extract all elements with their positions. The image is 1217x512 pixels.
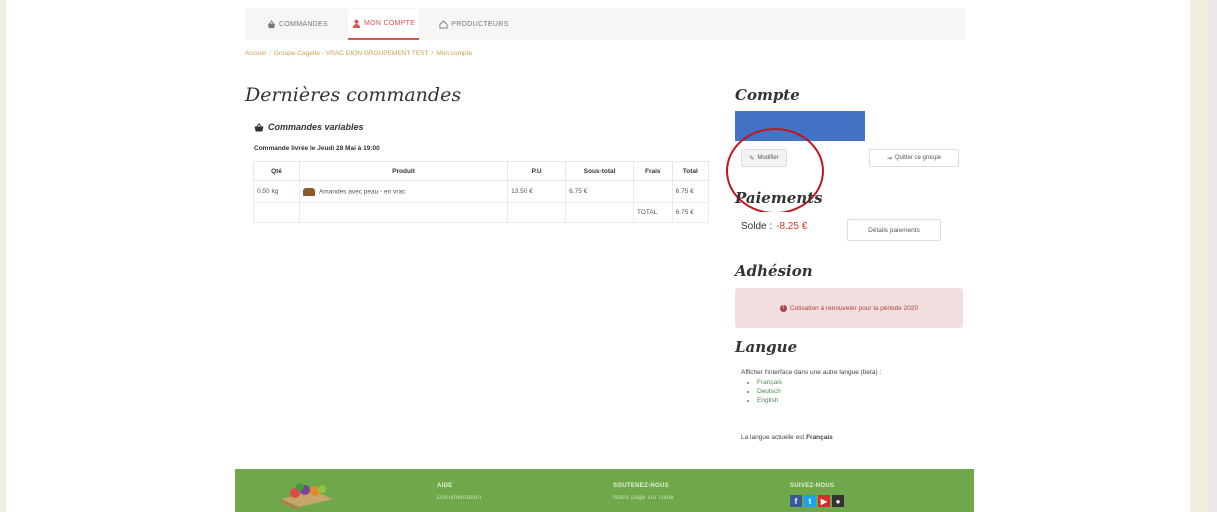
footer-follow-column: SUIVEZ-NOUS: [790, 483, 834, 489]
cagette-logo-icon: [281, 483, 333, 509]
orders-card-title: Commandes variables: [254, 122, 364, 132]
twitter-icon[interactable]: t: [804, 495, 816, 507]
language-heading: Langue: [735, 338, 798, 356]
cell-subtotal: 6.75 €: [565, 180, 634, 203]
language-option-deutsch[interactable]: Deutsch: [757, 387, 782, 396]
column-header: Sous-total: [565, 161, 634, 181]
current-language-prefix: La langue actuelle est: [741, 434, 805, 441]
account-heading: Compte: [735, 86, 800, 104]
leave-group-label: Quitter ce groupe: [894, 155, 942, 161]
farm-icon: [439, 19, 448, 29]
column-header: Qté: [253, 161, 300, 181]
tab-producteurs[interactable]: PRODUCTEURS: [435, 10, 512, 39]
footer-help-column: AIDE Documentation: [437, 483, 481, 501]
product-name: Amandes avec peau - en vrac: [318, 188, 406, 196]
column-header: Produit: [298, 161, 509, 181]
membership-alert-text: Cotisation à renouveler pour la période …: [789, 304, 919, 312]
leave-icon: ⇥: [886, 155, 892, 162]
orders-card: Commandes variables Commande livrée le J…: [245, 113, 718, 253]
footer-follow-heading: SUIVEZ-NOUS: [790, 483, 835, 489]
youtube-icon[interactable]: ▶: [818, 495, 830, 507]
breadcrumb-current: Mon compte: [436, 50, 473, 57]
language-intro: Afficher l'interface dans une autre lang…: [741, 369, 882, 376]
leave-group-button[interactable]: ⇥ Quitter ce groupe: [869, 149, 959, 167]
balance-label: Solde :: [741, 221, 773, 232]
left-margin: [0, 0, 6, 512]
breadcrumb-separator: /: [268, 50, 271, 57]
breadcrumb-separator: /: [431, 50, 434, 57]
footer-documentation-link[interactable]: Documentation: [437, 495, 481, 501]
cell-product[interactable]: Amandes avec peau - en vrac: [298, 180, 509, 203]
tab-mon-compte[interactable]: MON COMPTE: [347, 8, 420, 40]
tab-commandes[interactable]: COMMANDES: [263, 10, 332, 39]
warning-icon: !: [779, 304, 787, 312]
footer-ulule-link[interactable]: Notre page sur Ulule: [613, 495, 674, 501]
column-header: Total: [671, 161, 710, 181]
payment-details-label: Détails paiements: [868, 226, 920, 234]
total-label: TOTAL: [632, 202, 673, 223]
current-language: La langue actuelle est Français: [741, 434, 833, 441]
basket-icon: [254, 122, 264, 131]
page-background: [0, 0, 1217, 512]
current-language-value: Français: [806, 434, 833, 441]
social-links: f t ▶ ●: [790, 495, 844, 507]
table-header-row: Qté Produit P.U Sous-total Frais Total: [253, 161, 710, 181]
facebook-icon[interactable]: f: [790, 495, 802, 507]
cell-qty: 0.50 kg: [253, 180, 300, 203]
column-header: Frais: [632, 161, 673, 181]
breadcrumb-home[interactable]: Accueil: [245, 50, 266, 57]
user-icon: [352, 19, 361, 28]
footer-support-heading: SOUTENEZ-NOUS: [613, 483, 669, 489]
github-icon[interactable]: ●: [832, 495, 844, 507]
tab-producteurs-label: PRODUCTEURS: [451, 20, 509, 28]
orders-table: Qté Produit P.U Sous-total Frais Total 0…: [253, 161, 710, 223]
right-margin: [1190, 0, 1208, 512]
orders-heading: Dernières commandes: [245, 84, 462, 106]
product-thumbnail-icon: [302, 187, 315, 196]
footer-support-column: SOUTENEZ-NOUS Notre page sur Ulule: [613, 483, 674, 501]
cell-fees: [632, 180, 673, 203]
tab-commandes-label: COMMANDES: [279, 20, 328, 28]
orders-card-title-text: Commandes variables: [268, 122, 364, 132]
cell-total: 6.75 €: [671, 180, 710, 203]
cell-unit-price: 13.50 €: [507, 180, 567, 203]
top-navigation: COMMANDES MON COMPTE PRODUCTEURS: [245, 8, 965, 40]
delivery-date: Commande livrée le Jeudi 28 Mai à 19:00: [254, 145, 380, 152]
language-panel: Afficher l'interface dans une autre lang…: [735, 362, 963, 457]
membership-alert: ! Cotisation à renouveler pour la périod…: [735, 288, 963, 328]
table-total-row: TOTAL 6.75 €: [253, 202, 710, 223]
payment-details-button[interactable]: Détails paiements: [847, 219, 941, 241]
language-list: Français Deutsch English: [745, 378, 782, 405]
column-header: P.U: [507, 161, 567, 181]
language-option-francais[interactable]: Français: [757, 378, 782, 387]
balance-row: Solde : -8.25 €: [741, 221, 807, 232]
table-row: 0.50 kg Amandes avec peau - en vrac 13.5…: [253, 180, 710, 203]
payments-heading: Paiements: [735, 189, 823, 207]
membership-heading: Adhésion: [735, 262, 813, 280]
footer-help-heading: AIDE: [437, 483, 453, 489]
footer: AIDE Documentation SOUTENEZ-NOUS Notre p…: [235, 469, 974, 512]
language-option-english[interactable]: English: [757, 396, 782, 405]
tab-mon-compte-label: MON COMPTE: [363, 19, 416, 27]
breadcrumb: Accueil / Groupe Cagette - VRAC DION GROUP…: [245, 50, 472, 57]
balance-value: -8.25 €: [776, 221, 808, 232]
basket-icon: [267, 19, 276, 28]
total-value: 6.75 €: [671, 202, 710, 223]
breadcrumb-group[interactable]: Groupe Cagette - VRAC DION GROUPEMENT TE…: [274, 50, 429, 57]
